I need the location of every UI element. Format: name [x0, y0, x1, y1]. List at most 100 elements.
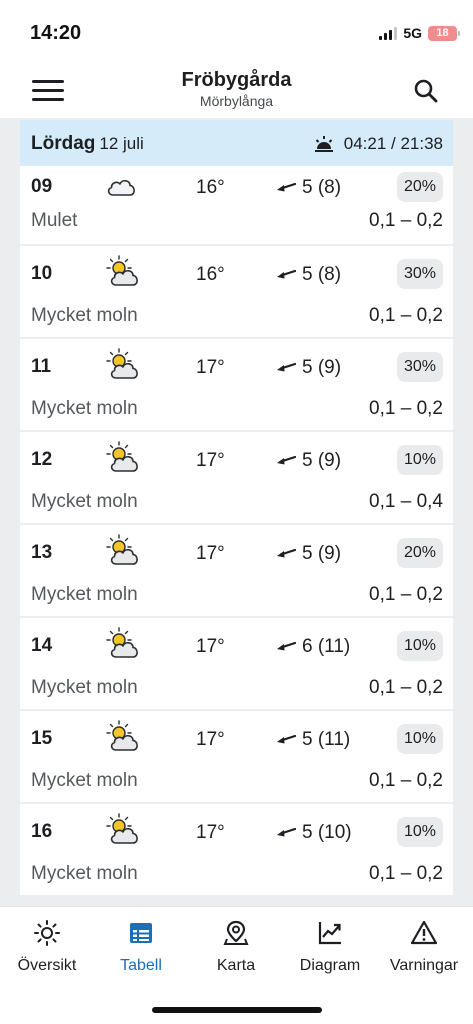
row-wind: 5 (9) [276, 357, 341, 379]
partly-sunny-icon [104, 440, 140, 476]
table-row[interactable]: 09 16° 5 (8) 20% Mulet 0,1 – 0,2 [20, 166, 453, 246]
row-condition: Mycket moln [31, 491, 138, 512]
row-condition: Mulet [31, 210, 78, 231]
row-hour: 13 [31, 542, 53, 563]
table-row[interactable]: 16 17° 5 (10) 10% Mycket moln 0,1 – 0,2 [20, 804, 453, 897]
row-wind-value: 6 (11) [302, 636, 351, 657]
row-wind-value: 5 (8) [302, 177, 342, 198]
table-row[interactable]: 12 17° 5 (9) 10% Mycket moln 0,1 – 0,4 [20, 432, 453, 525]
tab-label: Varningar [389, 957, 459, 974]
partly-sunny-icon [104, 626, 140, 662]
table-row[interactable]: 14 17° 6 (11) 10% Mycket moln 0,1 – 0,2 [20, 618, 453, 711]
row-precip-probability: 10% [397, 817, 443, 847]
search-icon[interactable] [413, 78, 439, 104]
day-name: Lördag [31, 133, 96, 154]
tab-label: Karta [216, 957, 256, 974]
row-precip-probability: 30% [397, 259, 443, 289]
wind-arrow-icon [276, 729, 297, 751]
row-wind: 5 (11) [276, 729, 350, 751]
table-row[interactable]: 10 16° 5 (8) 30% Mycket moln 0,1 – 0,2 [20, 246, 453, 339]
table-row[interactable]: 13 17° 5 (9) 20% Mycket moln 0,1 – 0,2 [20, 525, 453, 618]
sunrise-icon [314, 136, 333, 152]
status-indicators: 5G 18 [379, 25, 460, 41]
sun-times: 04:21 / 21:38 [314, 134, 443, 154]
sun-times-text: 04:21 / 21:38 [343, 134, 443, 153]
row-precip-probability: 10% [397, 631, 443, 661]
forecast-rows: 09 16° 5 (8) 20% Mulet 0,1 – 0,2 10 16° 5 (8) 30%… [20, 166, 453, 897]
row-hour: 14 [31, 635, 53, 656]
page-title: Fröbygårda [181, 69, 292, 91]
row-precipitation: 0,1 – 0,4 [369, 491, 443, 512]
row-precipitation: 0,1 – 0,2 [369, 584, 443, 605]
row-condition: Mycket moln [31, 398, 138, 419]
tab-varningar[interactable]: Varningar [377, 919, 471, 975]
tab-label: Diagram [299, 957, 361, 974]
row-wind: 6 (11) [276, 636, 350, 658]
sun-icon [34, 920, 60, 946]
row-hour: 15 [31, 728, 53, 749]
location-title-block: Fröbygårda Mörbylånga [0, 69, 473, 109]
partly-sunny-icon [104, 347, 140, 383]
row-precip-probability: 10% [397, 724, 443, 754]
row-temperature: 17° [196, 729, 225, 750]
row-hour: 16 [31, 821, 53, 842]
partly-sunny-icon [104, 812, 140, 848]
row-condition: Mycket moln [31, 584, 138, 605]
row-wind: 5 (9) [276, 543, 341, 565]
day-name-label: Lördag 12 juli [31, 133, 144, 155]
row-temperature: 17° [196, 357, 225, 378]
row-wind-value: 5 (11) [302, 729, 351, 750]
tab-oversikt[interactable]: Översikt [0, 919, 94, 975]
row-precip-probability: 10% [397, 445, 443, 475]
row-precipitation: 0,1 – 0,2 [369, 770, 443, 791]
row-condition: Mycket moln [31, 677, 138, 698]
wind-arrow-icon [276, 357, 297, 379]
row-hour: 12 [31, 449, 53, 470]
partly-sunny-icon [104, 254, 140, 290]
tab-karta[interactable]: Karta [189, 919, 283, 975]
row-wind: 5 (8) [276, 264, 341, 286]
row-wind-value: 5 (8) [302, 264, 342, 285]
wind-arrow-icon [276, 636, 297, 658]
row-precip-probability: 20% [397, 172, 443, 202]
row-temperature: 16° [196, 177, 225, 198]
row-wind-value: 5 (9) [302, 543, 342, 564]
row-precipitation: 0,1 – 0,2 [369, 305, 443, 326]
map-pin-icon [223, 920, 249, 945]
partly-sunny-icon [104, 533, 140, 569]
forecast-table[interactable]: Lördag 12 juli 04:21 / 21:38 09 16° 5 (8) 20… [20, 120, 453, 906]
row-precip-probability: 30% [397, 352, 443, 382]
status-bar: 14:20 5G 18 [0, 0, 473, 62]
row-temperature: 17° [196, 543, 225, 564]
app-header: Fröbygårda Mörbylånga [0, 62, 473, 118]
row-precip-probability: 20% [397, 538, 443, 568]
row-precipitation: 0,1 – 0,2 [369, 398, 443, 419]
row-wind-value: 5 (9) [302, 450, 342, 471]
day-date: 12 juli [99, 134, 144, 153]
row-temperature: 16° [196, 264, 225, 285]
wind-arrow-icon [276, 450, 297, 472]
cloud-icon [104, 168, 140, 204]
wind-arrow-icon [276, 543, 297, 565]
wind-arrow-icon [276, 264, 297, 286]
tab-diagram[interactable]: Diagram [283, 919, 377, 975]
row-hour: 09 [31, 176, 53, 197]
network-type: 5G [403, 25, 422, 41]
table-row[interactable]: 15 17° 5 (11) 10% Mycket moln 0,1 – 0,2 [20, 711, 453, 804]
row-condition: Mycket moln [31, 863, 138, 884]
row-temperature: 17° [196, 636, 225, 657]
partly-sunny-icon [104, 719, 140, 755]
tab-tabell[interactable]: Tabell [94, 919, 188, 975]
table-row[interactable]: 11 17° 5 (9) 30% Mycket moln 0,1 – 0,2 [20, 339, 453, 432]
row-wind: 5 (8) [276, 177, 341, 199]
row-precipitation: 0,1 – 0,2 [369, 863, 443, 884]
row-condition: Mycket moln [31, 770, 138, 791]
row-wind: 5 (9) [276, 450, 341, 472]
battery-icon: 18 [428, 25, 460, 41]
signal-icon [379, 26, 398, 40]
chart-icon [318, 922, 341, 945]
status-time: 14:20 [30, 22, 82, 44]
row-hour: 11 [31, 356, 52, 377]
row-wind-value: 5 (9) [302, 357, 342, 378]
row-temperature: 17° [196, 822, 225, 843]
